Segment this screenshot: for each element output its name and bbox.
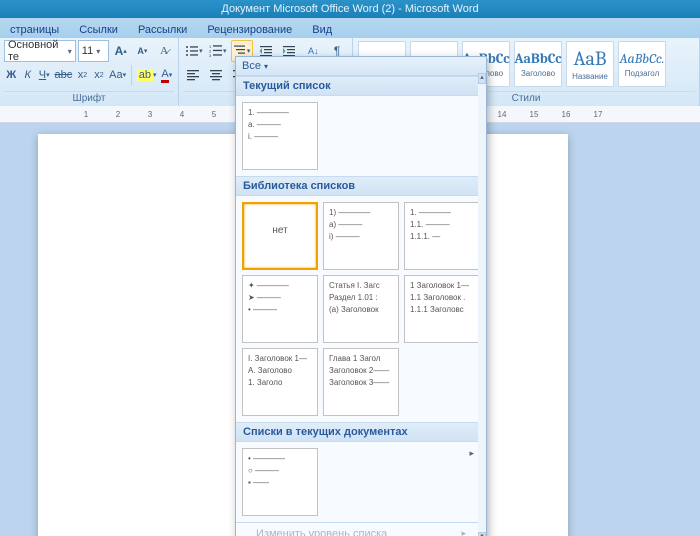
list-tile[interactable]: Глава 1 ЗаголЗаголовок 2——Заголовок 3—— [323, 348, 399, 416]
highlight-button[interactable]: ab▾ [136, 64, 158, 86]
italic-button[interactable]: К [20, 64, 34, 86]
multilevel-list-panel: Все▾ Текущий список 1. ———— a. ——— i. ——… [235, 56, 487, 536]
list-tile-indoc[interactable]: • ———— ○ ——— ▪ —— [242, 448, 318, 516]
tab-review[interactable]: Рецензирование [197, 21, 302, 38]
bold-button[interactable]: Ж [4, 64, 18, 86]
tab-view[interactable]: Вид [302, 21, 342, 38]
numbering-button[interactable]: 123▾ [207, 40, 229, 62]
bullets-button[interactable]: ▾ [183, 40, 205, 62]
subscript-button[interactable]: x2 [75, 64, 89, 86]
grow-font-button[interactable]: A▴ [111, 40, 131, 62]
list-tile[interactable]: Статья I. ЗагсРаздел 1.01 :(a) Заголовок [323, 275, 399, 343]
font-size-combo[interactable]: 11▾ [78, 40, 109, 62]
strike-button[interactable]: abc [53, 64, 73, 86]
panel-scrollbar[interactable]: ▴ ▾ [478, 73, 486, 536]
align-center-button[interactable] [206, 64, 227, 86]
section-current-list: Текущий список [236, 76, 486, 96]
tab-links[interactable]: Ссылки [69, 21, 128, 38]
font-color-button[interactable]: A▾ [160, 64, 174, 86]
shrink-font-button[interactable]: A▾ [133, 40, 153, 62]
title-bar: Документ Microsoft Office Word (2) - Mic… [0, 0, 700, 18]
panel-filter[interactable]: Все▾ [236, 57, 486, 76]
change-case-button[interactable]: Aa▾ [108, 64, 127, 86]
list-tile[interactable]: I. Заголовок 1— A. Заголово 1. Заголо [242, 348, 318, 416]
section-lists-in-docs: Списки в текущих документах [236, 422, 486, 442]
font-family-combo[interactable]: Основной те▾ [4, 40, 76, 62]
style-tile[interactable]: AaBbCc.Подзагол [618, 41, 666, 87]
underline-button[interactable]: Ч▾ [37, 64, 51, 86]
tab-pages[interactable]: страницы [0, 21, 69, 38]
scroll-down-icon[interactable]: ▾ [478, 532, 486, 536]
style-tile[interactable]: AaBbCcЗаголово [514, 41, 562, 87]
section-list-library: Библиотека списков [236, 176, 486, 196]
list-tile[interactable]: 1) ———— a) ——— i) ——— [323, 202, 399, 270]
list-tile-current[interactable]: 1. ———— a. ——— i. ——— [242, 102, 318, 170]
tab-mailings[interactable]: Рассылки [128, 21, 197, 38]
menu-change-list-level: Изменить уровень списка▸ [236, 524, 486, 536]
font-group-label: Шрифт [4, 91, 174, 106]
style-tile[interactable]: AaBНазвание [566, 41, 614, 87]
expand-icon[interactable]: ▸ [469, 448, 474, 459]
list-tile-none[interactable]: нет [242, 202, 318, 270]
list-tile[interactable]: 1. ———— 1.1. ——— 1.1.1. — [404, 202, 480, 270]
superscript-button[interactable]: x2 [92, 64, 106, 86]
clear-formatting-button[interactable]: A̷ [154, 40, 174, 62]
scroll-up-icon[interactable]: ▴ [478, 73, 486, 84]
list-tile[interactable]: ✦ ———— ➤ ——— • ——— [242, 275, 318, 343]
align-left-button[interactable] [183, 64, 204, 86]
list-tile[interactable]: 1 Заголовок 1—1.1 Заголовок .1.1.1 Загол… [404, 275, 480, 343]
ribbon-tabs: страницы Ссылки Рассылки Рецензирование … [0, 18, 700, 38]
svg-text:3: 3 [209, 53, 212, 58]
